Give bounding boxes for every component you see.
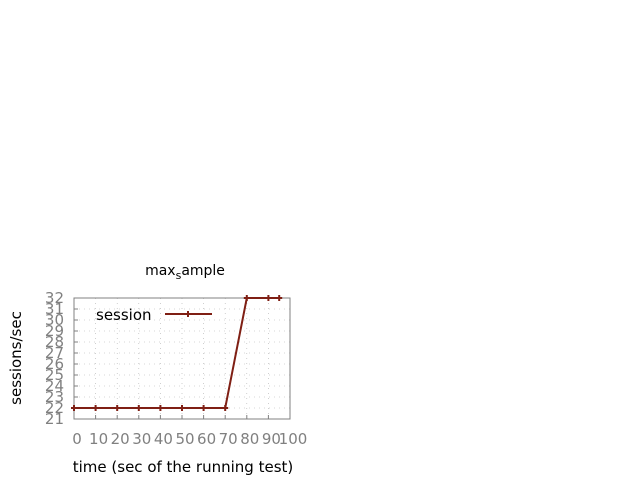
x-tick-label: 100 xyxy=(279,430,308,448)
data-point xyxy=(243,295,250,301)
x-tick-label: 20 xyxy=(111,430,130,448)
x-tick-label: 80 xyxy=(240,430,259,448)
x-tick-label: 50 xyxy=(175,430,194,448)
x-tick-label: 0 xyxy=(72,430,82,448)
x-tick-label: 30 xyxy=(132,430,151,448)
data-point xyxy=(92,405,99,411)
data-point xyxy=(135,405,142,411)
x-tick-label: 60 xyxy=(197,430,216,448)
y-axis-title: sessions/sec xyxy=(7,311,25,405)
y-tick-label: 32 xyxy=(45,289,64,307)
legend-label: session xyxy=(96,306,152,324)
legend-marker xyxy=(185,311,191,317)
data-point xyxy=(265,295,272,301)
x-axis: 0 10 20 30 40 50 60 70 80 90100 xyxy=(72,415,307,448)
data-point xyxy=(157,405,164,411)
data-point xyxy=(71,405,77,411)
data-point xyxy=(114,405,121,411)
data-point xyxy=(222,405,229,411)
x-tick-label: 10 xyxy=(89,430,108,448)
x-axis-title: time (sec of the running test) xyxy=(73,458,294,476)
data-point xyxy=(200,405,207,411)
data-point xyxy=(276,295,283,301)
chart-title: maxsample xyxy=(145,263,225,282)
line-chart: maxsample 212223242526272829303132 0 10 20… xyxy=(7,263,307,476)
x-tick-label: 70 xyxy=(219,430,238,448)
x-tick-label: 40 xyxy=(154,430,173,448)
data-point xyxy=(179,405,185,411)
